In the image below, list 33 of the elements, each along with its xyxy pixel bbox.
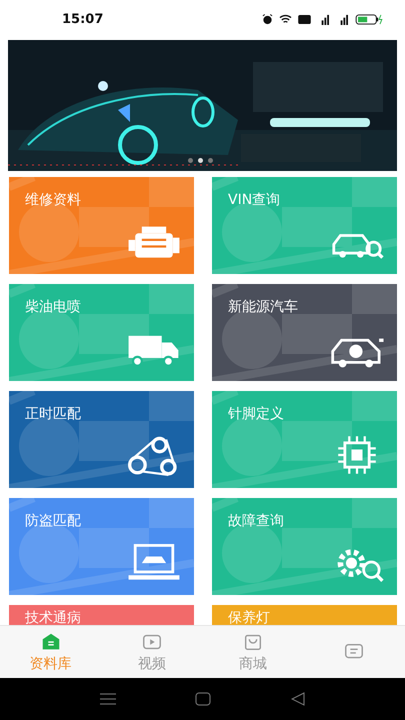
category-tile[interactable]: 技术通病 — [9, 605, 194, 625]
battery-icon — [355, 14, 383, 24]
wifi-icon — [279, 14, 292, 24]
home-button-icon — [195, 692, 212, 706]
tile-title: 技术通病 — [25, 610, 81, 625]
page-dot[interactable] — [208, 158, 213, 163]
alarm-icon — [262, 14, 273, 24]
category-tile[interactable]: VIN查询 — [212, 177, 397, 274]
tile-title: 柴油电喷 — [25, 299, 81, 315]
tile-title: VIN查询 — [228, 192, 280, 208]
tile-title: 防盗匹配 — [25, 513, 81, 529]
tile-title: 针脚定义 — [228, 406, 284, 422]
category-tile[interactable]: 防盗匹配 — [9, 498, 194, 595]
category-tile[interactable]: 故障查询 — [212, 498, 397, 595]
page-dot[interactable] — [198, 158, 203, 163]
category-tile[interactable]: 正时匹配 — [9, 391, 194, 488]
status-time: 15:07 — [62, 12, 104, 26]
tile-title: 保养灯 — [228, 610, 270, 625]
page-dot[interactable] — [188, 158, 193, 163]
back-icon — [291, 692, 306, 706]
tile-title: 维修资料 — [25, 192, 81, 208]
menu-icon — [100, 693, 116, 705]
category-tile[interactable]: 新能源汽车 — [212, 284, 397, 381]
tab-button[interactable]: 视频 — [101, 626, 202, 678]
tile-title: 新能源汽车 — [228, 299, 298, 315]
tile-title: 故障查询 — [228, 513, 284, 529]
category-tile[interactable]: 针脚定义 — [212, 391, 397, 488]
tile-title: 正时匹配 — [25, 406, 81, 422]
category-tile[interactable]: 柴油电喷 — [9, 284, 194, 381]
tab-button[interactable]: 资料库 — [0, 626, 102, 678]
category-tile[interactable]: 维修资料 — [9, 177, 194, 274]
category-tile[interactable]: 保养灯 — [212, 605, 397, 625]
tab-button[interactable]: 商城 — [202, 626, 304, 678]
